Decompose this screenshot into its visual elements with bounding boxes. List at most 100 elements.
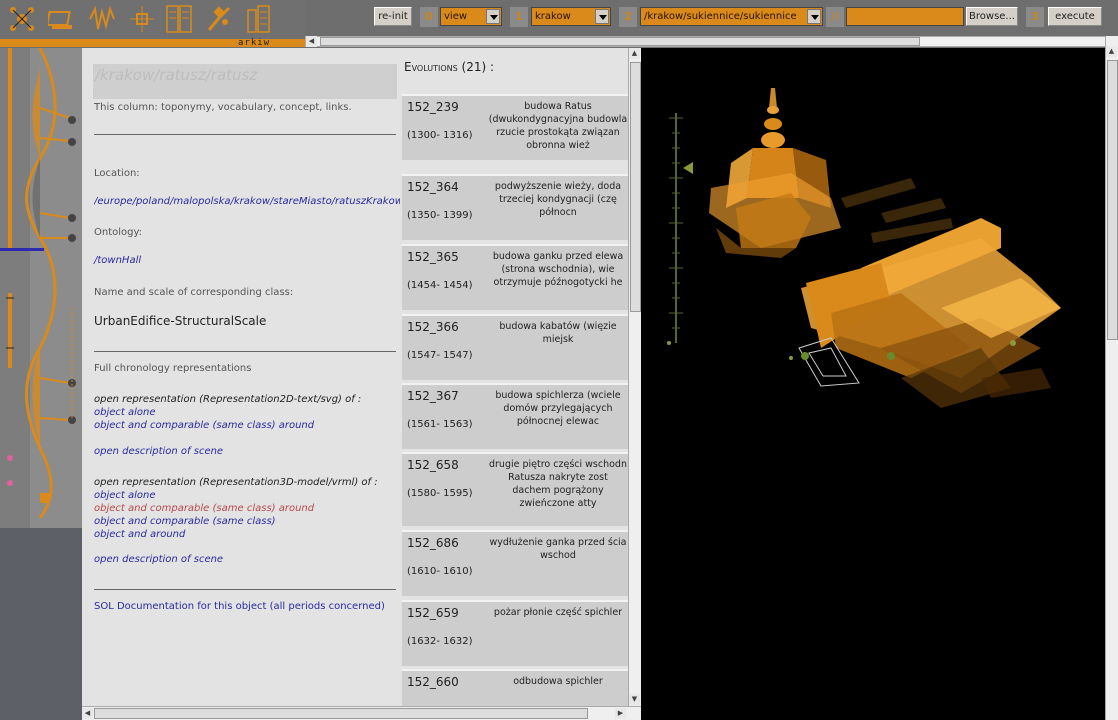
brand-label: arkiw [238, 38, 271, 48]
location-label: Location: [94, 168, 140, 179]
location-link[interactable]: /europe/poland/malopolska/krakow/stareMi… [94, 196, 400, 207]
evolution-item[interactable]: 152_686 (1610- 1610) wydłużenie ganka pr… [402, 530, 628, 596]
rep2d-link-comparable-around[interactable]: object and comparable (same class) aroun… [94, 420, 314, 431]
documentation-link[interactable]: SOL Documentation for this object (all p… [94, 601, 385, 612]
chevron-down-icon[interactable] [807, 9, 821, 24]
scroll-thumb[interactable] [1107, 60, 1118, 340]
chevron-down-icon[interactable] [595, 9, 609, 24]
scroll-down-icon[interactable]: ▼ [629, 694, 640, 705]
building-icon[interactable] [245, 4, 273, 34]
rep2d-scene-link[interactable]: open description of scene [94, 446, 223, 457]
rep3d-link-object-alone[interactable]: object alone [94, 490, 156, 501]
chronology-label: Full chronology representations [94, 363, 252, 374]
evolution-item[interactable]: 152_365 (1454- 1454) budowa ganku przed … [402, 244, 628, 310]
evolutions-panel: Evolutions (21) : 152_239 (1300- 1316) b… [402, 48, 628, 708]
evolution-description: drugie piętro części wschodn Ratusza nak… [489, 459, 627, 509]
tower-model [709, 88, 841, 258]
column-note: This column: toponymy, vocabulary, conce… [94, 102, 352, 113]
evolution-years: (1547- 1547) [407, 350, 473, 361]
app-window: arkiw re-init 0 view 1 krakow 2 /krakow/… [0, 0, 1118, 720]
step-2-label: 2 [619, 7, 637, 27]
evolution-description: budowa spichlerza (wciele domów przylega… [495, 390, 621, 427]
scroll-up-icon[interactable]: ▲ [1106, 46, 1117, 57]
info-panel: /krakow/ratusz/ratusz This column: topon… [82, 48, 402, 708]
horizontal-scrollbar-top[interactable]: ◀ [305, 36, 1118, 47]
view-select[interactable]: view [440, 7, 502, 26]
evolution-years: (1350- 1399) [407, 210, 473, 221]
evolution-id: 152_365 [407, 250, 459, 264]
execute-button[interactable]: execute [1048, 7, 1102, 26]
left-empty-area [0, 528, 82, 720]
rep3d-link-comparable[interactable]: object and comparable (same class) [94, 516, 276, 527]
evolution-years: (1580- 1595) [407, 488, 473, 499]
chevron-down-icon[interactable] [486, 9, 500, 24]
browse-button[interactable]: Browse... [966, 7, 1018, 26]
scroll-left-icon[interactable]: ◀ [82, 708, 93, 719]
evolution-id: 152_659 [407, 606, 459, 620]
target-icon[interactable] [128, 4, 156, 34]
evolution-item[interactable]: 152_659 (1632- 1632) pożar płonie część … [402, 600, 628, 666]
file-path-input[interactable] [846, 7, 964, 26]
evolution-item[interactable]: 152_366 (1547- 1547) budowa kabatów (wię… [402, 314, 628, 380]
evolution-item[interactable]: 152_239 (1300- 1316) budowa Ratus (dwuko… [402, 94, 628, 160]
evolution-years: (1561- 1563) [407, 419, 473, 430]
evolution-description: pożar płonie część spichler [493, 607, 623, 618]
class-value: UrbanEdifice-StructuralScale [94, 314, 267, 328]
evolution-description: budowa ganku przed elewa (strona wschodn… [492, 251, 624, 288]
city-select[interactable]: krakow [531, 7, 611, 26]
rep3d-link-around[interactable]: object and around [94, 529, 185, 540]
timeline-graphic[interactable] [0, 47, 82, 528]
horizontal-scrollbar-bottom[interactable]: ◀ ▶ [82, 706, 641, 720]
ruler-marker-icon [683, 162, 693, 174]
viewport-scrollbar[interactable]: ▲ [1105, 36, 1118, 720]
document-icon[interactable] [165, 4, 193, 34]
scroll-thumb[interactable] [94, 708, 588, 719]
evolution-id: 152_367 [407, 389, 459, 403]
timeline-navigator[interactable] [0, 47, 82, 528]
rep3d-link-comparable-around[interactable]: object and comparable (same class) aroun… [94, 503, 314, 514]
scroll-left-icon[interactable]: ◀ [306, 36, 317, 47]
reinit-button[interactable]: re-init [374, 7, 412, 26]
evolution-years: (1632- 1632) [407, 636, 473, 647]
divider [94, 351, 396, 352]
step-0-label: 0 [420, 7, 438, 27]
path-select[interactable]: /krakow/sukiennice/sukiennice [640, 7, 823, 26]
town-hall-3d-model[interactable] [641, 48, 1105, 720]
evolution-years: (1610- 1610) [407, 566, 473, 577]
network-icon[interactable] [8, 4, 36, 34]
scroll-thumb[interactable] [630, 62, 641, 312]
step-1-label: 1 [510, 7, 528, 27]
evolution-item[interactable]: 152_658 (1580- 1595) drugie piętro częśc… [402, 452, 628, 526]
scroll-right-icon[interactable]: ▶ [615, 708, 626, 719]
monitor-icon[interactable] [48, 4, 76, 34]
waveform-icon[interactable] [88, 4, 116, 34]
view-select-value: view [444, 11, 468, 22]
rep2d-label: open representation (Representation2D-te… [94, 394, 362, 405]
class-label: Name and scale of corresponding class: [94, 287, 294, 298]
scroll-up-icon[interactable]: ▲ [629, 48, 640, 59]
rep3d-label: open representation (Representation3D-mo… [94, 477, 378, 488]
rep3d-scene-link[interactable]: open description of scene [94, 554, 223, 565]
ontology-link[interactable]: /townHall [94, 255, 141, 266]
hall-model [801, 218, 1061, 408]
object-title: /krakow/ratusz/ratusz [93, 64, 397, 99]
evolution-description: podwyższenie wieży, doda trzeciej kondyg… [494, 181, 622, 218]
evolution-item[interactable]: 152_660 odbudowa spichler [402, 669, 628, 708]
evolutions-scrollbar[interactable]: ▲ ▼ [628, 48, 641, 708]
evolution-description: odbudowa spichler [513, 676, 603, 687]
evolution-id: 152_364 [407, 180, 459, 194]
evolution-id: 152_366 [407, 320, 459, 334]
evolution-id: 152_239 [407, 100, 459, 114]
evolution-id: 152_658 [407, 458, 459, 472]
evolution-item[interactable]: 152_367 (1561- 1563) budowa spichlerza (… [402, 383, 628, 449]
evolution-description: wydłużenie ganka przed ścia wschod [489, 537, 627, 561]
evolution-id: 152_686 [407, 536, 459, 550]
evolution-item[interactable]: 152_364 (1350- 1399) podwyższenie wieży,… [402, 174, 628, 240]
rep2d-link-object-alone[interactable]: object alone [94, 407, 156, 418]
vrml-3d-viewport[interactable] [641, 48, 1105, 720]
scroll-thumb[interactable] [320, 37, 920, 46]
evolution-description: budowa Ratus (dwukondygnacyjna budowla r… [488, 101, 628, 151]
path-select-value: /krakow/sukiennice/sukiennice [644, 11, 797, 22]
divider [94, 134, 396, 135]
satellite-icon[interactable] [205, 4, 233, 34]
